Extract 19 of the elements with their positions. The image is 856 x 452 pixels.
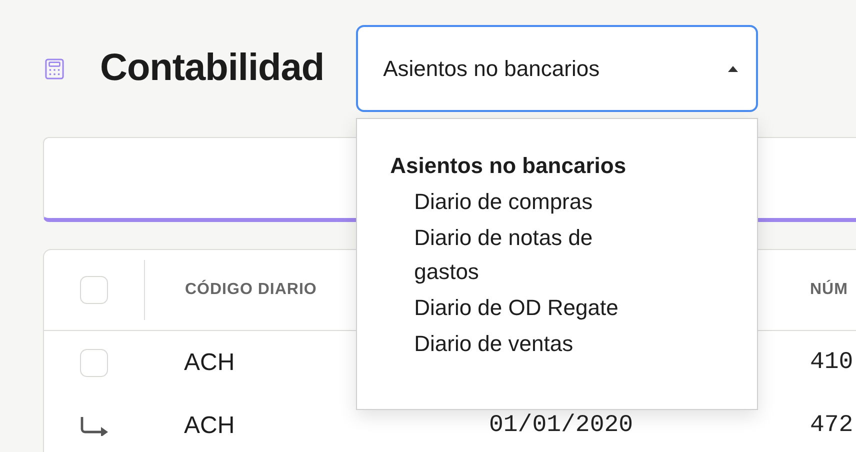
journal-select[interactable]: Asientos no bancarios <box>356 25 758 112</box>
table-cell: 472 <box>810 412 854 439</box>
child-arrow-icon <box>80 416 110 436</box>
menu-group-label: Asientos no bancarios <box>390 152 628 180</box>
table-cell: ACH <box>184 348 235 376</box>
table-cell: ACH <box>184 412 235 440</box>
table-cell: 410 <box>810 349 854 376</box>
menu-item[interactable]: Diario de notas de gastos <box>390 221 654 289</box>
caret-icon <box>728 66 738 72</box>
menu-item[interactable]: Diario de ventas <box>390 327 654 361</box>
column-header[interactable]: CÓDIGO DIARIO <box>185 281 317 299</box>
menu-item[interactable]: Diario de compras <box>390 185 654 219</box>
page-title: Contabilidad <box>100 47 324 90</box>
table-cell: 01/01/2020 <box>489 412 634 439</box>
select-all-checkbox[interactable] <box>80 276 108 304</box>
calculator-icon <box>45 58 64 80</box>
menu-item[interactable]: Diario de OD Regate <box>390 291 654 325</box>
row-checkbox[interactable] <box>80 348 108 376</box>
column-header[interactable]: NÚM <box>810 281 848 299</box>
